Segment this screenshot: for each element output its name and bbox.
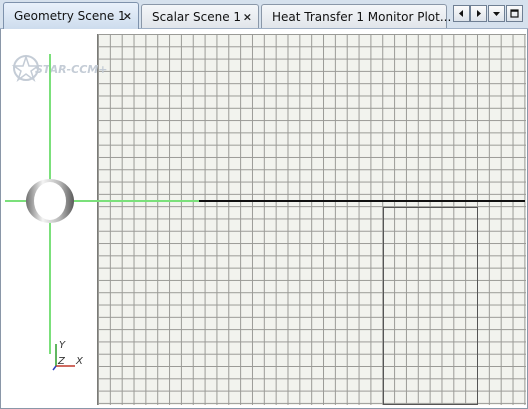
maximize-button[interactable] xyxy=(506,5,523,22)
dropdown-menu-icon xyxy=(493,12,500,16)
close-tab-icon[interactable]: × xyxy=(243,10,252,23)
arrow-right-icon xyxy=(477,10,481,17)
axis-label-y: Y xyxy=(59,340,66,351)
axis-label-x: X xyxy=(75,356,84,367)
maximize-icon xyxy=(510,9,519,18)
axis-label-z: Z xyxy=(57,356,66,367)
coordinate-triad: Y Z X xyxy=(52,340,84,371)
tab-heat-transfer-monitor-plot[interactable]: Heat Transfer 1 Monitor Plot... xyxy=(261,4,451,28)
tab-label: Heat Transfer 1 Monitor Plot... xyxy=(272,9,452,24)
scroll-tabs-right-button[interactable] xyxy=(470,5,487,22)
boundary-line xyxy=(199,200,525,202)
tab-label: Geometry Scene 1 xyxy=(14,9,126,23)
scene-viewport[interactable]: STAR-CCM+ Y Z X xyxy=(0,29,528,409)
star-ccm-logo: STAR-CCM+ xyxy=(11,53,113,83)
tab-list-dropdown-button[interactable] xyxy=(488,5,505,22)
tab-geometry-scene-1[interactable]: Geometry Scene 1 × xyxy=(3,2,139,29)
tab-label: Scalar Scene 1 xyxy=(152,9,242,24)
close-tab-icon[interactable]: × xyxy=(123,10,132,23)
mesh-block-outline xyxy=(383,207,478,405)
tab-scalar-scene-1[interactable]: Scalar Scene 1 × xyxy=(141,4,259,28)
logo-text: STAR-CCM+ xyxy=(35,63,108,76)
scroll-tabs-left-button[interactable] xyxy=(453,5,470,22)
cylinder-geometry xyxy=(26,179,74,223)
arrow-left-icon xyxy=(459,10,463,17)
scene-tab-bar: Geometry Scene 1 × Scalar Scene 1 × Heat… xyxy=(0,0,528,29)
